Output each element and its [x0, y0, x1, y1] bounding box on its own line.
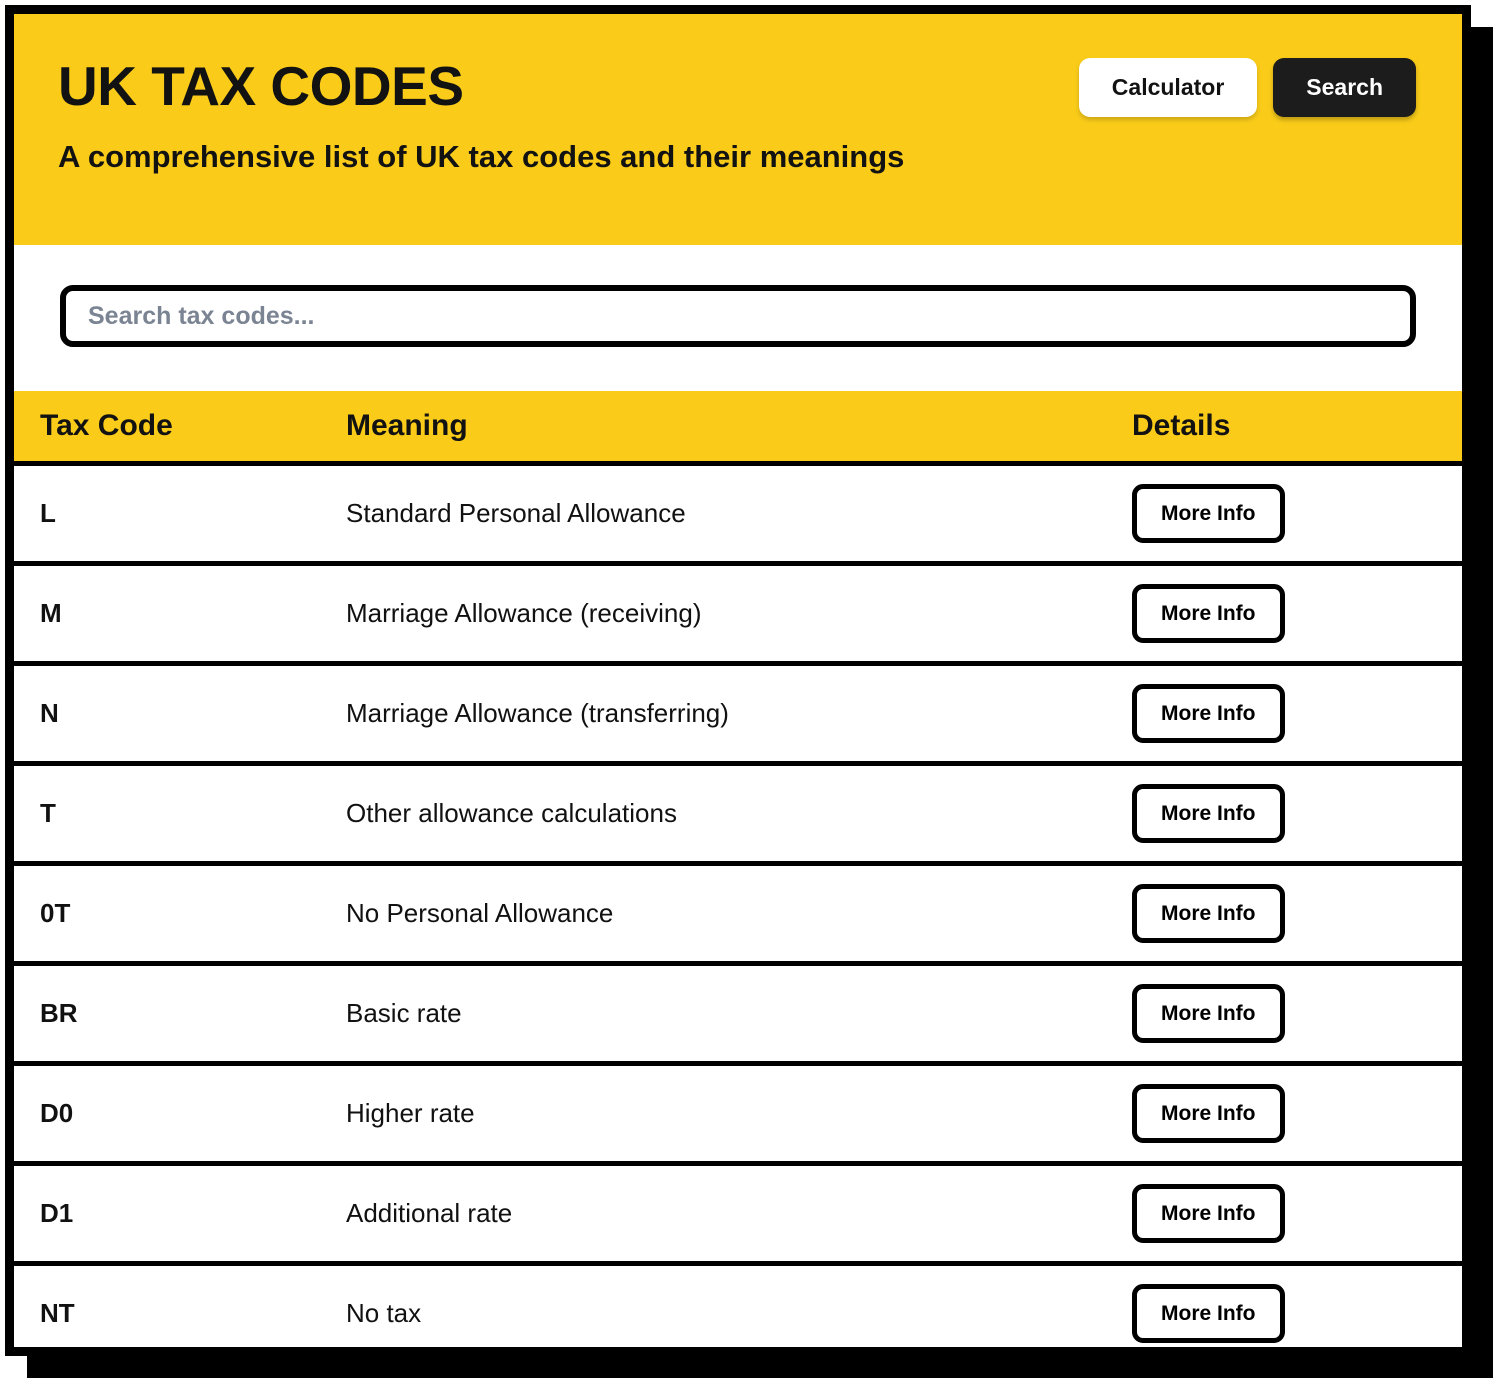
column-header-tax-code: Tax Code: [14, 391, 346, 466]
table-row: D1 Additional rate More Info: [14, 1163, 1462, 1266]
cell-meaning: Marriage Allowance (transferring): [346, 663, 1132, 766]
table-header-row: Tax Code Meaning Details: [14, 391, 1462, 466]
cell-tax-code: N: [14, 663, 346, 766]
search-button[interactable]: Search: [1273, 58, 1416, 117]
cell-meaning: No Personal Allowance: [346, 863, 1132, 966]
table-header: Tax Code Meaning Details: [14, 391, 1462, 466]
page-subtitle: A comprehensive list of UK tax codes and…: [58, 139, 905, 175]
cell-meaning: No tax: [346, 1263, 1132, 1347]
table-row: BR Basic rate More Info: [14, 963, 1462, 1066]
header-actions: Calculator Search: [1078, 58, 1416, 117]
table-row: M Marriage Allowance (receiving) More Info: [14, 563, 1462, 666]
cell-tax-code: NT: [14, 1263, 346, 1347]
column-header-meaning: Meaning: [346, 391, 1132, 466]
cell-details: More Info: [1132, 463, 1462, 566]
cell-details: More Info: [1132, 763, 1462, 866]
more-info-button[interactable]: More Info: [1132, 1283, 1285, 1343]
table-body: L Standard Personal Allowance More Info M Ma…: [14, 463, 1462, 1347]
cell-meaning: Higher rate: [346, 1063, 1132, 1166]
cell-tax-code: BR: [14, 963, 346, 1066]
cell-details: More Info: [1132, 663, 1462, 766]
cell-meaning: Additional rate: [346, 1163, 1132, 1266]
more-info-button[interactable]: More Info: [1132, 783, 1285, 843]
cell-details: More Info: [1132, 863, 1462, 966]
more-info-button[interactable]: More Info: [1132, 983, 1285, 1043]
app-card: UK TAX CODES A comprehensive list of UK …: [5, 5, 1471, 1356]
cell-tax-code: L: [14, 463, 346, 566]
table-row: NT No tax More Info: [14, 1263, 1462, 1347]
cell-tax-code: D1: [14, 1163, 346, 1266]
page-header: UK TAX CODES A comprehensive list of UK …: [14, 14, 1462, 245]
table-row: D0 Higher rate More Info: [14, 1063, 1462, 1166]
table-row: L Standard Personal Allowance More Info: [14, 463, 1462, 566]
more-info-button[interactable]: More Info: [1132, 683, 1285, 743]
table-row: N Marriage Allowance (transferring) More I…: [14, 663, 1462, 766]
more-info-button[interactable]: More Info: [1132, 883, 1285, 943]
cell-meaning: Basic rate: [346, 963, 1132, 1066]
cell-tax-code: T: [14, 763, 346, 866]
column-header-details: Details: [1132, 391, 1462, 466]
cell-details: More Info: [1132, 1163, 1462, 1266]
cell-details: More Info: [1132, 1263, 1462, 1347]
cell-details: More Info: [1132, 963, 1462, 1066]
cell-meaning: Standard Personal Allowance: [346, 463, 1132, 566]
search-input[interactable]: [60, 285, 1416, 347]
cell-meaning: Marriage Allowance (receiving): [346, 563, 1132, 666]
cell-details: More Info: [1132, 563, 1462, 666]
more-info-button[interactable]: More Info: [1132, 583, 1285, 643]
table-row: T Other allowance calculations More Info: [14, 763, 1462, 866]
cell-details: More Info: [1132, 1063, 1462, 1166]
search-region: [14, 245, 1462, 391]
table-row: 0T No Personal Allowance More Info: [14, 863, 1462, 966]
tax-codes-table: Tax Code Meaning Details L Standard Perso…: [14, 391, 1462, 1347]
more-info-button[interactable]: More Info: [1132, 483, 1285, 543]
cell-tax-code: M: [14, 563, 346, 666]
cell-tax-code: 0T: [14, 863, 346, 966]
calculator-button[interactable]: Calculator: [1078, 58, 1258, 117]
more-info-button[interactable]: More Info: [1132, 1183, 1285, 1243]
cell-meaning: Other allowance calculations: [346, 763, 1132, 866]
cell-tax-code: D0: [14, 1063, 346, 1166]
more-info-button[interactable]: More Info: [1132, 1083, 1285, 1143]
